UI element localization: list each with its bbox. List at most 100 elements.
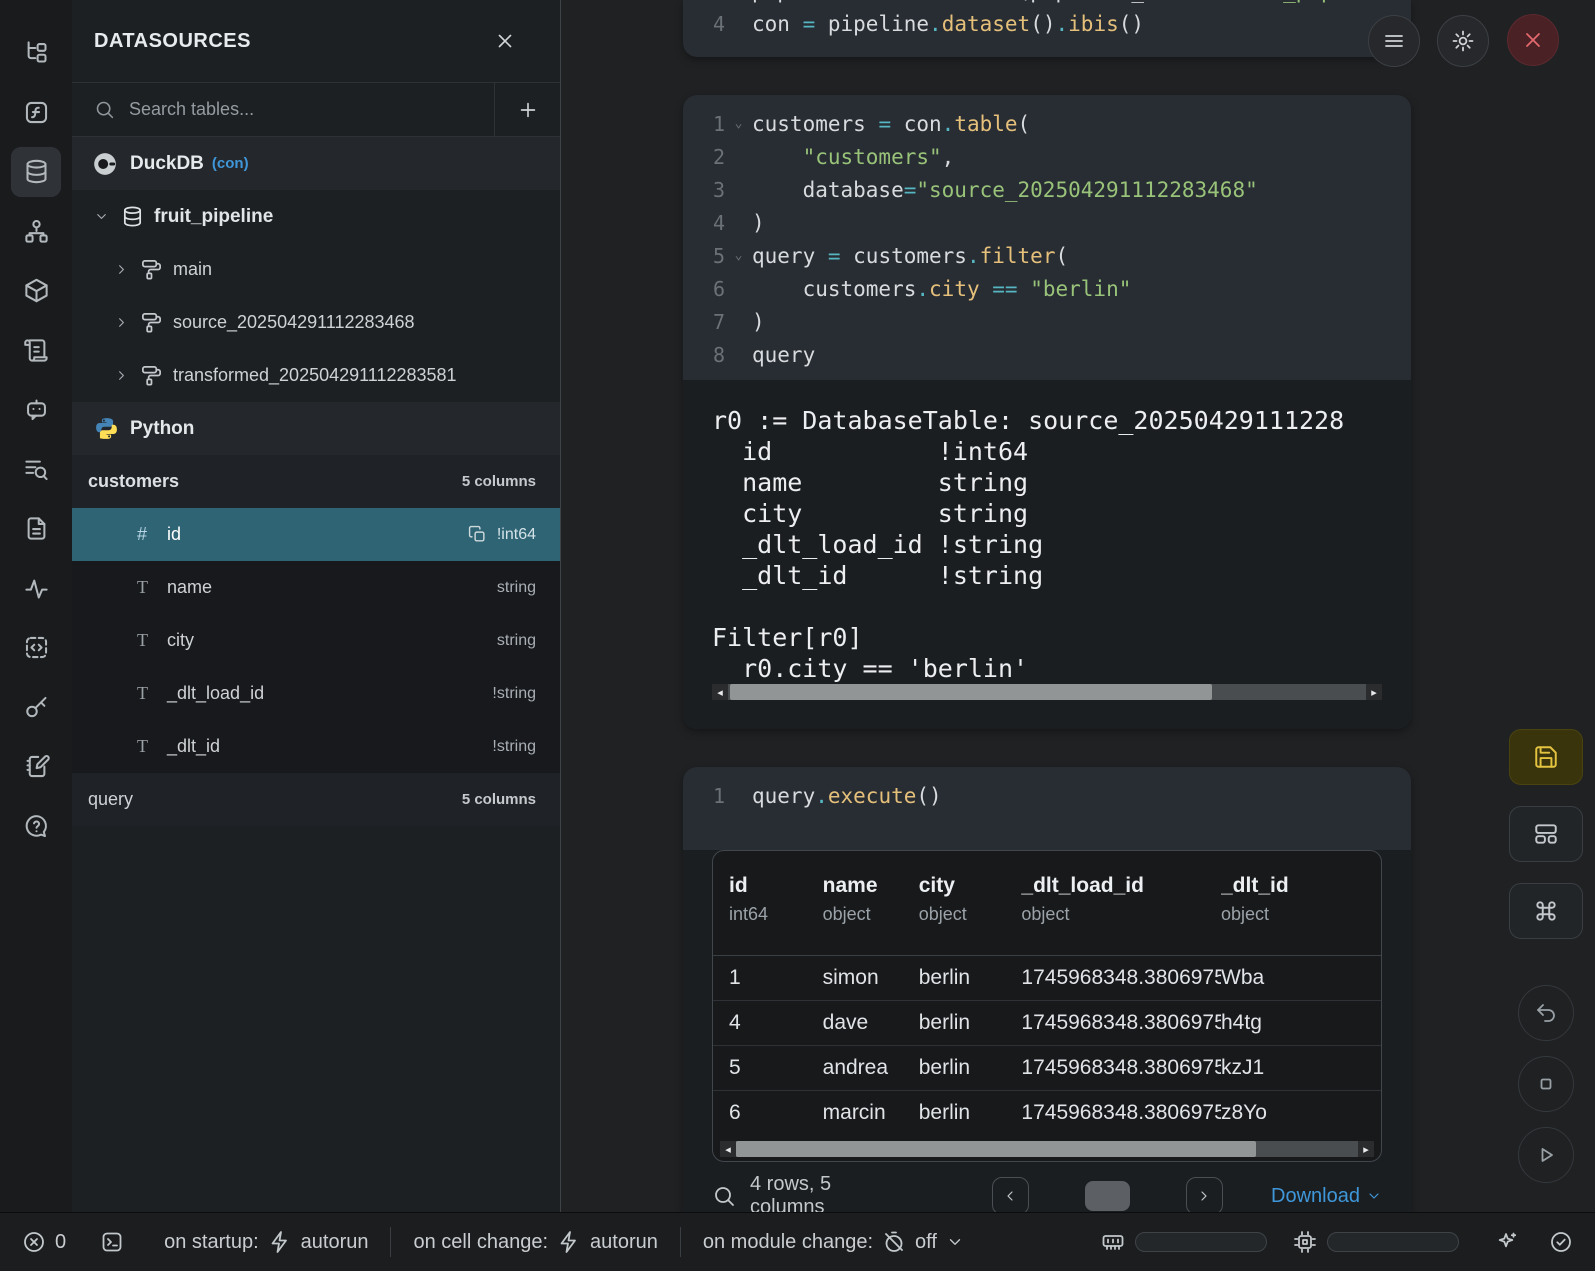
on-module-change-setting[interactable]: on module change: off [703,1230,964,1254]
activity-file-tree-button[interactable] [0,23,72,83]
text-type-icon: T [137,577,159,598]
horizontal-scrollbar[interactable]: ◂ ▸ [720,1141,1374,1157]
undo-button[interactable] [1518,985,1574,1041]
shutdown-button[interactable] [1507,14,1559,66]
activity-tracebacks-button[interactable] [0,440,72,500]
code-cell-2[interactable]: 1⌄customers = con.table(2 "customers",3 … [683,95,1411,729]
notebook-pen-icon [23,753,50,780]
activity-datasources-button[interactable] [0,142,72,202]
code-line[interactable]: 4) [683,206,1411,239]
schema-row-main[interactable]: main [72,243,560,296]
scroll-right-icon[interactable]: ▸ [1366,684,1382,700]
code-cell-1[interactable]: 3pipeline = dlt.attach(pipeline_name="fr… [683,0,1411,57]
line-number: 4 [683,12,725,36]
page-number-chip[interactable] [1085,1181,1130,1211]
activity-packages-button[interactable] [0,261,72,321]
code-editor[interactable]: 1query.execute() [683,767,1411,824]
line-number: 8 [683,343,725,367]
next-page-button[interactable] [1186,1177,1223,1215]
activity-documentation-button[interactable] [0,499,72,559]
activity-performance-button[interactable] [0,559,72,619]
code-line[interactable]: 7) [683,305,1411,338]
column-row-_dlt_load_id[interactable]: T_dlt_load_id!string [72,667,560,720]
previous-page-button[interactable] [992,1177,1029,1215]
table-row-query[interactable]: query 5 columns [72,773,560,826]
layout-button[interactable] [1509,806,1583,862]
key-icon [23,694,50,721]
scrollbar-thumb[interactable] [730,684,1212,700]
table-header-_dlt_load_id[interactable]: _dlt_load_idobject [1021,873,1221,925]
on-startup-value: autorun [301,1231,369,1254]
table-header-name[interactable]: nameobject [823,873,919,925]
command-palette-button[interactable] [1509,883,1583,939]
on-startup-setting[interactable]: on startup: autorun [164,1230,368,1254]
activity-help-button[interactable] [0,797,72,857]
code-cell-3[interactable]: 1query.execute() idint64nameobjectcityob… [683,767,1411,1222]
terminal-icon[interactable] [100,1230,124,1254]
activity-logs-button[interactable] [0,321,72,381]
on-cell-change-setting[interactable]: on cell change: autorun [413,1230,657,1254]
code-line[interactable]: 8query [683,338,1411,371]
schema-label: main [173,259,212,280]
add-datasource-button[interactable] [494,83,560,136]
horizontal-scrollbar[interactable]: ◂ ▸ [712,684,1382,700]
search-input[interactable]: Search tables... [129,99,494,120]
table-header-_dlt_id[interactable]: _dlt_idobject [1221,873,1381,925]
activity-snippets-button[interactable] [0,618,72,678]
close-panel-icon[interactable] [494,30,516,52]
error-count[interactable]: 0 [22,1230,66,1254]
sparkles-icon[interactable] [1495,1230,1519,1254]
connection-row-duckdb[interactable]: DuckDB (con) [72,137,560,190]
notebook-menu-button[interactable] [1368,15,1420,67]
code-line[interactable]: 1query.execute() [683,779,1411,812]
interrupt-button[interactable] [1518,1056,1574,1112]
engine-row-python[interactable]: Python [72,402,560,455]
database-row-fruit-pipeline[interactable]: fruit_pipeline [72,190,560,243]
save-floppy-icon [1533,744,1559,770]
activity-scratchpad-button[interactable] [0,737,72,797]
table-row-customers[interactable]: customers 5 columns [72,455,560,508]
code-editor[interactable]: 3pipeline = dlt.attach(pipeline_name="fr… [683,0,1411,40]
code-editor[interactable]: 1⌄customers = con.table(2 "customers",3 … [683,95,1411,380]
panel-title: DATASOURCES [94,30,251,53]
scroll-left-icon[interactable]: ◂ [720,1141,736,1157]
code-line[interactable]: 1⌄customers = con.table( [683,107,1411,140]
table-search-icon[interactable] [712,1184,736,1208]
code-line[interactable]: 6 customers.city == "berlin" [683,272,1411,305]
run-button[interactable] [1518,1127,1574,1183]
download-link[interactable]: Download [1271,1185,1382,1208]
table-header-id[interactable]: idint64 [713,873,823,925]
schema-row-transformed_202504291112283581[interactable]: transformed_202504291112283581 [72,349,560,402]
table-row[interactable]: 6marcinberlin1745968348.3806975z8Yo [713,1091,1381,1135]
activity-variables-button[interactable] [0,83,72,143]
column-row-_dlt_id[interactable]: T_dlt_id!string [72,720,560,773]
save-button[interactable] [1509,729,1583,785]
column-row-city[interactable]: Tcitystring [72,614,560,667]
code-line[interactable]: 4con = pipeline.dataset().ibis() [683,7,1411,40]
table-row[interactable]: 4daveberlin1745968348.3806975h4tg [713,1001,1381,1046]
fold-chevron-icon[interactable]: ⌄ [725,248,752,263]
activity-secrets-button[interactable] [0,678,72,738]
bot-chat-icon [23,396,50,423]
fold-chevron-icon[interactable]: ⌄ [725,116,752,131]
code-text: query = customers.filter( [752,244,1068,268]
settings-button[interactable] [1437,15,1489,67]
code-line[interactable]: 2 "customers", [683,140,1411,173]
table-row[interactable]: 1simonberlin1745968348.3806975Wba [713,956,1381,1001]
column-row-name[interactable]: Tnamestring [72,561,560,614]
schema-list: main source_202504291112283468transformed… [72,243,560,402]
schema-row-source_202504291112283468[interactable]: source_202504291112283468 [72,296,560,349]
activity-dependencies-button[interactable] [0,202,72,262]
table-header-city[interactable]: cityobject [919,873,1022,925]
code-line[interactable]: 3pipeline = dlt.attach(pipeline_name="fr… [683,0,1411,7]
table-cell: 1745968348.3806975 [1021,1101,1221,1125]
code-line[interactable]: 5⌄query = customers.filter( [683,239,1411,272]
code-line[interactable]: 3 database="source_202504291112283468" [683,173,1411,206]
activity-chat-button[interactable] [0,380,72,440]
scrollbar-thumb[interactable] [736,1141,1256,1157]
scroll-left-icon[interactable]: ◂ [712,684,728,700]
table-row[interactable]: 5andreaberlin1745968348.3806975kzJ1 [713,1046,1381,1091]
column-row-id[interactable]: #id!int64 [72,508,560,561]
schema-icon [140,311,163,334]
scroll-right-icon[interactable]: ▸ [1358,1141,1374,1157]
